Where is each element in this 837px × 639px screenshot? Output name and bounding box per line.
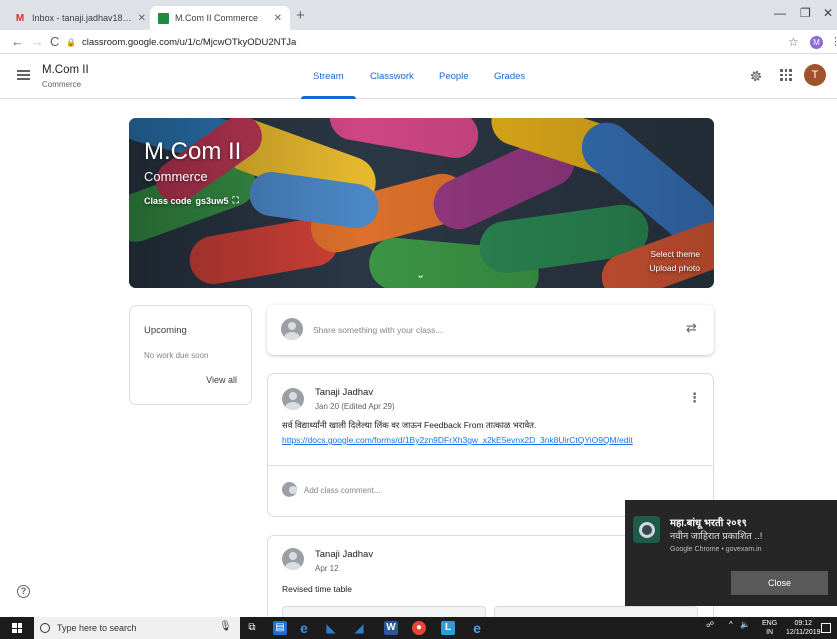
close-tab-icon[interactable]: ✕ bbox=[138, 13, 146, 24]
avatar bbox=[282, 482, 297, 497]
share-box[interactable]: Share something with your class... ⇄ bbox=[267, 305, 714, 355]
post-text: Revised time table bbox=[282, 584, 352, 594]
upcoming-heading: Upcoming bbox=[144, 325, 187, 336]
notification-title: महा.बांधू भरती २०१९ bbox=[670, 518, 747, 529]
store-icon[interactable]: ▤ bbox=[273, 621, 287, 635]
notification-message: नवीन जाहिरात प्रकाशित ..! bbox=[670, 531, 763, 542]
class-code-value: gs3uw5 bbox=[195, 195, 229, 206]
clock-date: 12/11/2019 bbox=[786, 629, 821, 636]
region-code: IN bbox=[766, 629, 774, 636]
avatar bbox=[282, 388, 304, 410]
new-tab-button[interactable]: + bbox=[296, 7, 305, 24]
apps-grid-icon[interactable] bbox=[780, 69, 792, 81]
address-bar-row: ← → C 🔒 classroom.google.com/u/1/c/MjcwO… bbox=[0, 30, 837, 54]
add-comment-field[interactable]: Add class comment... bbox=[304, 486, 380, 495]
browser-profile-avatar[interactable]: M bbox=[810, 36, 823, 49]
microphone-icon[interactable]: 🎙 bbox=[219, 621, 232, 632]
post-date: Apr 12 bbox=[315, 564, 339, 573]
close-tab-icon[interactable]: ✕ bbox=[274, 13, 282, 24]
divider bbox=[268, 465, 713, 466]
post-author: Tanaji Jadhav bbox=[315, 549, 374, 560]
notification-logo-icon bbox=[633, 516, 660, 543]
windows-taskbar: Type here to search 🎙 ⧉ ▤ e ◣ ◢ W ● L e … bbox=[0, 617, 837, 639]
class-code: Class code gs3uw5 ⛶ bbox=[144, 195, 239, 206]
browser-menu-icon[interactable]: ⋮ bbox=[830, 35, 837, 48]
volume-icon[interactable]: 🔈 bbox=[740, 620, 750, 629]
class-name[interactable]: M.Com II bbox=[42, 64, 89, 76]
chrome-notification: महा.बांधू भरती २०१९ नवीन जाहिरात प्रकाशि… bbox=[625, 500, 837, 606]
bookmark-star-icon[interactable]: ☆ bbox=[788, 35, 799, 49]
language-code: ENG bbox=[762, 620, 778, 627]
post-author: Tanaji Jadhav bbox=[315, 387, 374, 398]
system-clock[interactable]: 09:12 12/11/2019 bbox=[786, 619, 821, 637]
close-window-icon[interactable]: ✕ bbox=[823, 6, 833, 20]
ie-icon[interactable]: e bbox=[470, 621, 484, 635]
app-l-icon[interactable]: L bbox=[441, 621, 455, 635]
avatar bbox=[282, 548, 304, 570]
class-section: Commerce bbox=[42, 80, 82, 89]
browser-tab-strip: M Inbox - tanaji.jadhav1830@gmai ✕ M.Com… bbox=[0, 0, 837, 30]
windows-start-icon[interactable] bbox=[12, 623, 22, 633]
restore-icon[interactable]: ❐ bbox=[800, 6, 811, 20]
reload-icon[interactable]: C bbox=[50, 34, 59, 49]
class-code-label: Class code bbox=[144, 195, 192, 206]
browser-tab-title: M.Com II Commerce bbox=[175, 13, 259, 23]
lock-icon: 🔒 bbox=[66, 37, 76, 47]
language-indicator[interactable]: ENG IN bbox=[762, 619, 777, 637]
forward-icon[interactable]: → bbox=[31, 34, 44, 49]
more-options-icon[interactable]: ⋮ bbox=[688, 390, 701, 406]
banner-class-section: Commerce bbox=[144, 169, 208, 184]
clock-time: 09:12 bbox=[794, 620, 813, 627]
minimize-icon[interactable]: — bbox=[774, 6, 786, 20]
upload-photo-link[interactable]: Upload photo bbox=[649, 263, 700, 273]
cortana-icon bbox=[40, 623, 50, 633]
taskbar-search-placeholder: Type here to search bbox=[57, 623, 137, 633]
post-text: सर्व विद्यार्थ्यांनी खाली दिलेल्या लिंक … bbox=[282, 420, 537, 430]
back-icon[interactable]: ← bbox=[11, 34, 24, 49]
taskbar-search-field[interactable]: Type here to search bbox=[34, 617, 240, 639]
notification-close-button[interactable]: Close bbox=[731, 571, 828, 595]
browser-tab-classroom[interactable]: M.Com II Commerce ✕ bbox=[150, 6, 290, 30]
url-field[interactable]: 🔒 classroom.google.com/u/1/c/MjcwOTkyODU… bbox=[66, 33, 784, 51]
url-text: classroom.google.com/u/1/c/MjcwOTkyODU2N… bbox=[81, 36, 297, 48]
select-theme-link[interactable]: Select theme bbox=[650, 249, 700, 259]
edge-icon[interactable]: e bbox=[297, 621, 311, 635]
task-view-icon[interactable]: ⧉ bbox=[245, 621, 259, 635]
browser-tab-title: Inbox - tanaji.jadhav1830@gmai bbox=[32, 13, 132, 23]
gear-icon[interactable] bbox=[749, 69, 763, 83]
word-icon[interactable]: W bbox=[384, 621, 398, 635]
media-player-icon[interactable]: ◣ bbox=[324, 621, 338, 635]
browser-tab-gmail[interactable]: M Inbox - tanaji.jadhav1830@gmai ✕ bbox=[6, 6, 154, 30]
tab-stream[interactable]: Stream bbox=[313, 71, 344, 82]
people-icon[interactable]: ☍ bbox=[706, 620, 714, 629]
upcoming-empty-text: No work due soon bbox=[144, 351, 209, 360]
avatar bbox=[281, 318, 303, 340]
classroom-icon bbox=[158, 12, 169, 24]
fullscreen-icon[interactable]: ⛶ bbox=[233, 195, 239, 206]
chevron-down-icon[interactable]: ⌄ bbox=[416, 268, 425, 281]
banner-class-title: M.Com II bbox=[144, 138, 242, 165]
main-menu-icon[interactable] bbox=[17, 70, 30, 80]
tab-classwork[interactable]: Classwork bbox=[370, 71, 414, 82]
reuse-post-icon[interactable]: ⇄ bbox=[686, 320, 697, 336]
post-date: Jan 20 (Edited Apr 29) bbox=[315, 402, 395, 411]
tab-people[interactable]: People bbox=[439, 71, 469, 82]
stream-post: Tanaji Jadhav Jan 20 (Edited Apr 29) ⋮ स… bbox=[267, 373, 714, 517]
post-link[interactable]: https://docs.google.com/forms/d/1By2zn9D… bbox=[282, 435, 633, 445]
tab-grades[interactable]: Grades bbox=[494, 71, 525, 82]
share-placeholder[interactable]: Share something with your class... bbox=[313, 325, 442, 335]
tray-up-arrow-icon[interactable]: ^ bbox=[729, 620, 733, 629]
chrome-icon[interactable]: ● bbox=[412, 621, 426, 635]
notification-source: Google Chrome • govexam.in bbox=[670, 546, 762, 553]
class-banner: M.Com II Commerce Class code gs3uw5 ⛶ ⌄ … bbox=[129, 118, 714, 288]
gmail-icon: M bbox=[15, 12, 25, 24]
upcoming-card: Upcoming No work due soon View all bbox=[129, 305, 252, 405]
active-tab-indicator bbox=[301, 96, 356, 99]
account-avatar[interactable]: T bbox=[804, 64, 826, 86]
media-icon[interactable]: ◢ bbox=[352, 621, 366, 635]
view-all-link[interactable]: View all bbox=[206, 375, 237, 385]
help-icon[interactable]: ? bbox=[17, 585, 30, 598]
classroom-header: M.Com II Commerce Stream Classwork Peopl… bbox=[0, 55, 837, 99]
action-center-icon[interactable] bbox=[821, 623, 831, 633]
